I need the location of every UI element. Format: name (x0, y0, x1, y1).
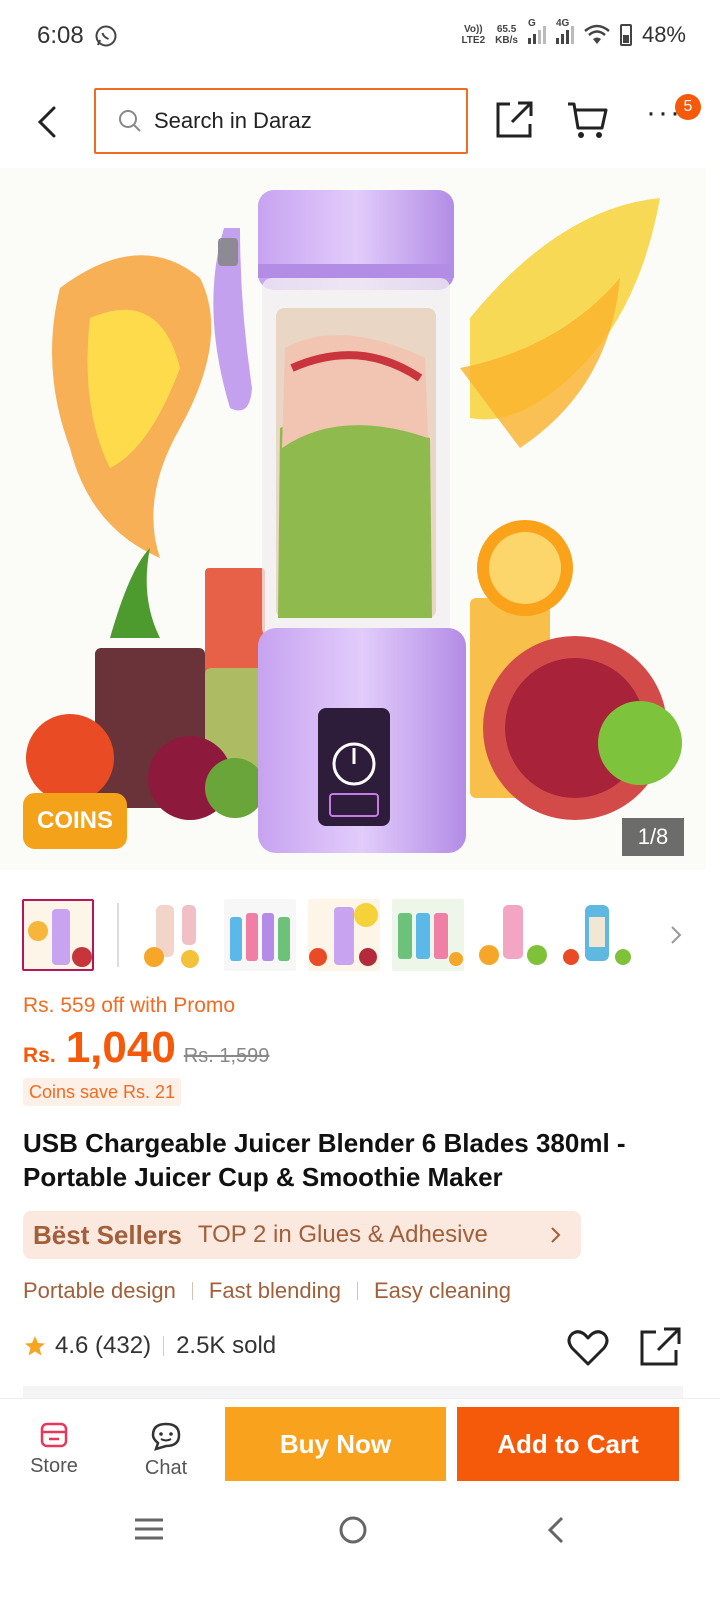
search-placeholder: Search in Daraz (154, 108, 312, 133)
back-arrow-icon[interactable] (30, 102, 66, 142)
product-title: USB Chargeable Juicer Blender 6 Blades 3… (23, 1128, 626, 1192)
thumbnail-4[interactable] (308, 899, 380, 971)
status-bar: 6:08 Vo)) LTE2 65.5 KB/s G 4G 48% (0, 0, 720, 72)
best-sellers-banner[interactable]: Bëst Sellers TOP 2 in Glues & Adhesive (23, 1211, 581, 1259)
image-counter: 1/8 (622, 818, 684, 856)
store-tab[interactable]: Store (14, 1421, 94, 1478)
system-back-icon[interactable] (544, 1514, 568, 1546)
thumbnail-strip (22, 899, 712, 973)
feature-divider (356, 1282, 358, 1300)
chat-tab[interactable]: Chat (126, 1421, 206, 1480)
search-icon (119, 110, 141, 132)
share-icon-2[interactable] (638, 1326, 682, 1368)
add-to-cart-button[interactable]: Add to Cart (457, 1407, 679, 1481)
thumbnail-5[interactable] (392, 899, 464, 971)
feature-item: Portable design (23, 1278, 176, 1303)
product-image[interactable] (0, 168, 706, 870)
system-nav-bar (0, 1494, 720, 1600)
feature-list: Portable design Fast blending Easy clean… (23, 1278, 511, 1304)
rating-value: 4.6 (432) (55, 1332, 152, 1359)
rating-row[interactable]: 4.6 (432) 2.5K sold (23, 1332, 276, 1360)
feature-divider (191, 1282, 193, 1300)
bottom-action-bar: Store Chat Buy Now Add to Cart (0, 1398, 720, 1494)
chat-label: Chat (144, 1457, 188, 1479)
signal-icon-1: G (527, 18, 546, 44)
whatsapp-icon (95, 25, 117, 47)
store-icon (40, 1422, 68, 1448)
best-sellers-label: Bëst Sellers (33, 1219, 182, 1250)
current-price: 1,040 (65, 1023, 176, 1072)
thumbnail-6[interactable] (477, 899, 549, 971)
thumbnail-1[interactable] (22, 899, 94, 971)
sold-count: 2.5K sold (176, 1332, 277, 1359)
home-icon[interactable] (337, 1514, 369, 1546)
thumbnail-divider (117, 903, 119, 967)
wishlist-heart-icon[interactable] (566, 1326, 610, 1368)
star-icon (25, 1336, 45, 1356)
store-label: Store (30, 1455, 78, 1477)
battery-percent: 48% (641, 22, 686, 47)
recent-apps-icon[interactable] (132, 1514, 166, 1544)
cart-badge: 5 (675, 94, 701, 120)
battery-icon (619, 24, 632, 46)
status-time: 6:08 (37, 22, 84, 49)
network-speed: 65.5 KB/s (495, 24, 518, 46)
coins-save-badge: Coins save Rs. 21 (23, 1078, 182, 1106)
section-divider (23, 1386, 683, 1398)
original-price: Rs. 1,599 (183, 1045, 270, 1067)
rating-divider (163, 1336, 165, 1356)
share-icon[interactable] (494, 98, 534, 140)
thumbnail-next-icon[interactable] (666, 923, 686, 947)
cart-icon[interactable] (566, 100, 610, 140)
chevron-right-icon (551, 1227, 561, 1243)
coins-badge: COINS (23, 793, 127, 849)
feature-item: Fast blending (208, 1278, 341, 1303)
search-input[interactable]: Search in Daraz (94, 88, 468, 154)
promo-text: Rs. 559 off with Promo (23, 994, 236, 1017)
thumbnail-7[interactable] (561, 899, 633, 971)
currency-label: Rs. (23, 1044, 56, 1067)
volte-indicator: Vo)) LTE2 (461, 24, 486, 46)
chat-icon (151, 1422, 181, 1451)
wifi-icon (584, 24, 610, 44)
thumbnail-2[interactable] (138, 899, 210, 971)
product-photo (26, 190, 682, 853)
thumbnail-3[interactable] (224, 899, 296, 971)
buy-now-button[interactable]: Buy Now (225, 1407, 446, 1481)
price-row: Rs. 1,040 Rs. 1,599 (23, 1023, 269, 1073)
rank-text: TOP 2 in Glues & Adhesive (197, 1221, 488, 1248)
feature-item: Easy cleaning (373, 1278, 511, 1303)
signal-icon-2: 4G (555, 18, 574, 44)
top-bar: Search in Daraz ··· (0, 80, 720, 166)
